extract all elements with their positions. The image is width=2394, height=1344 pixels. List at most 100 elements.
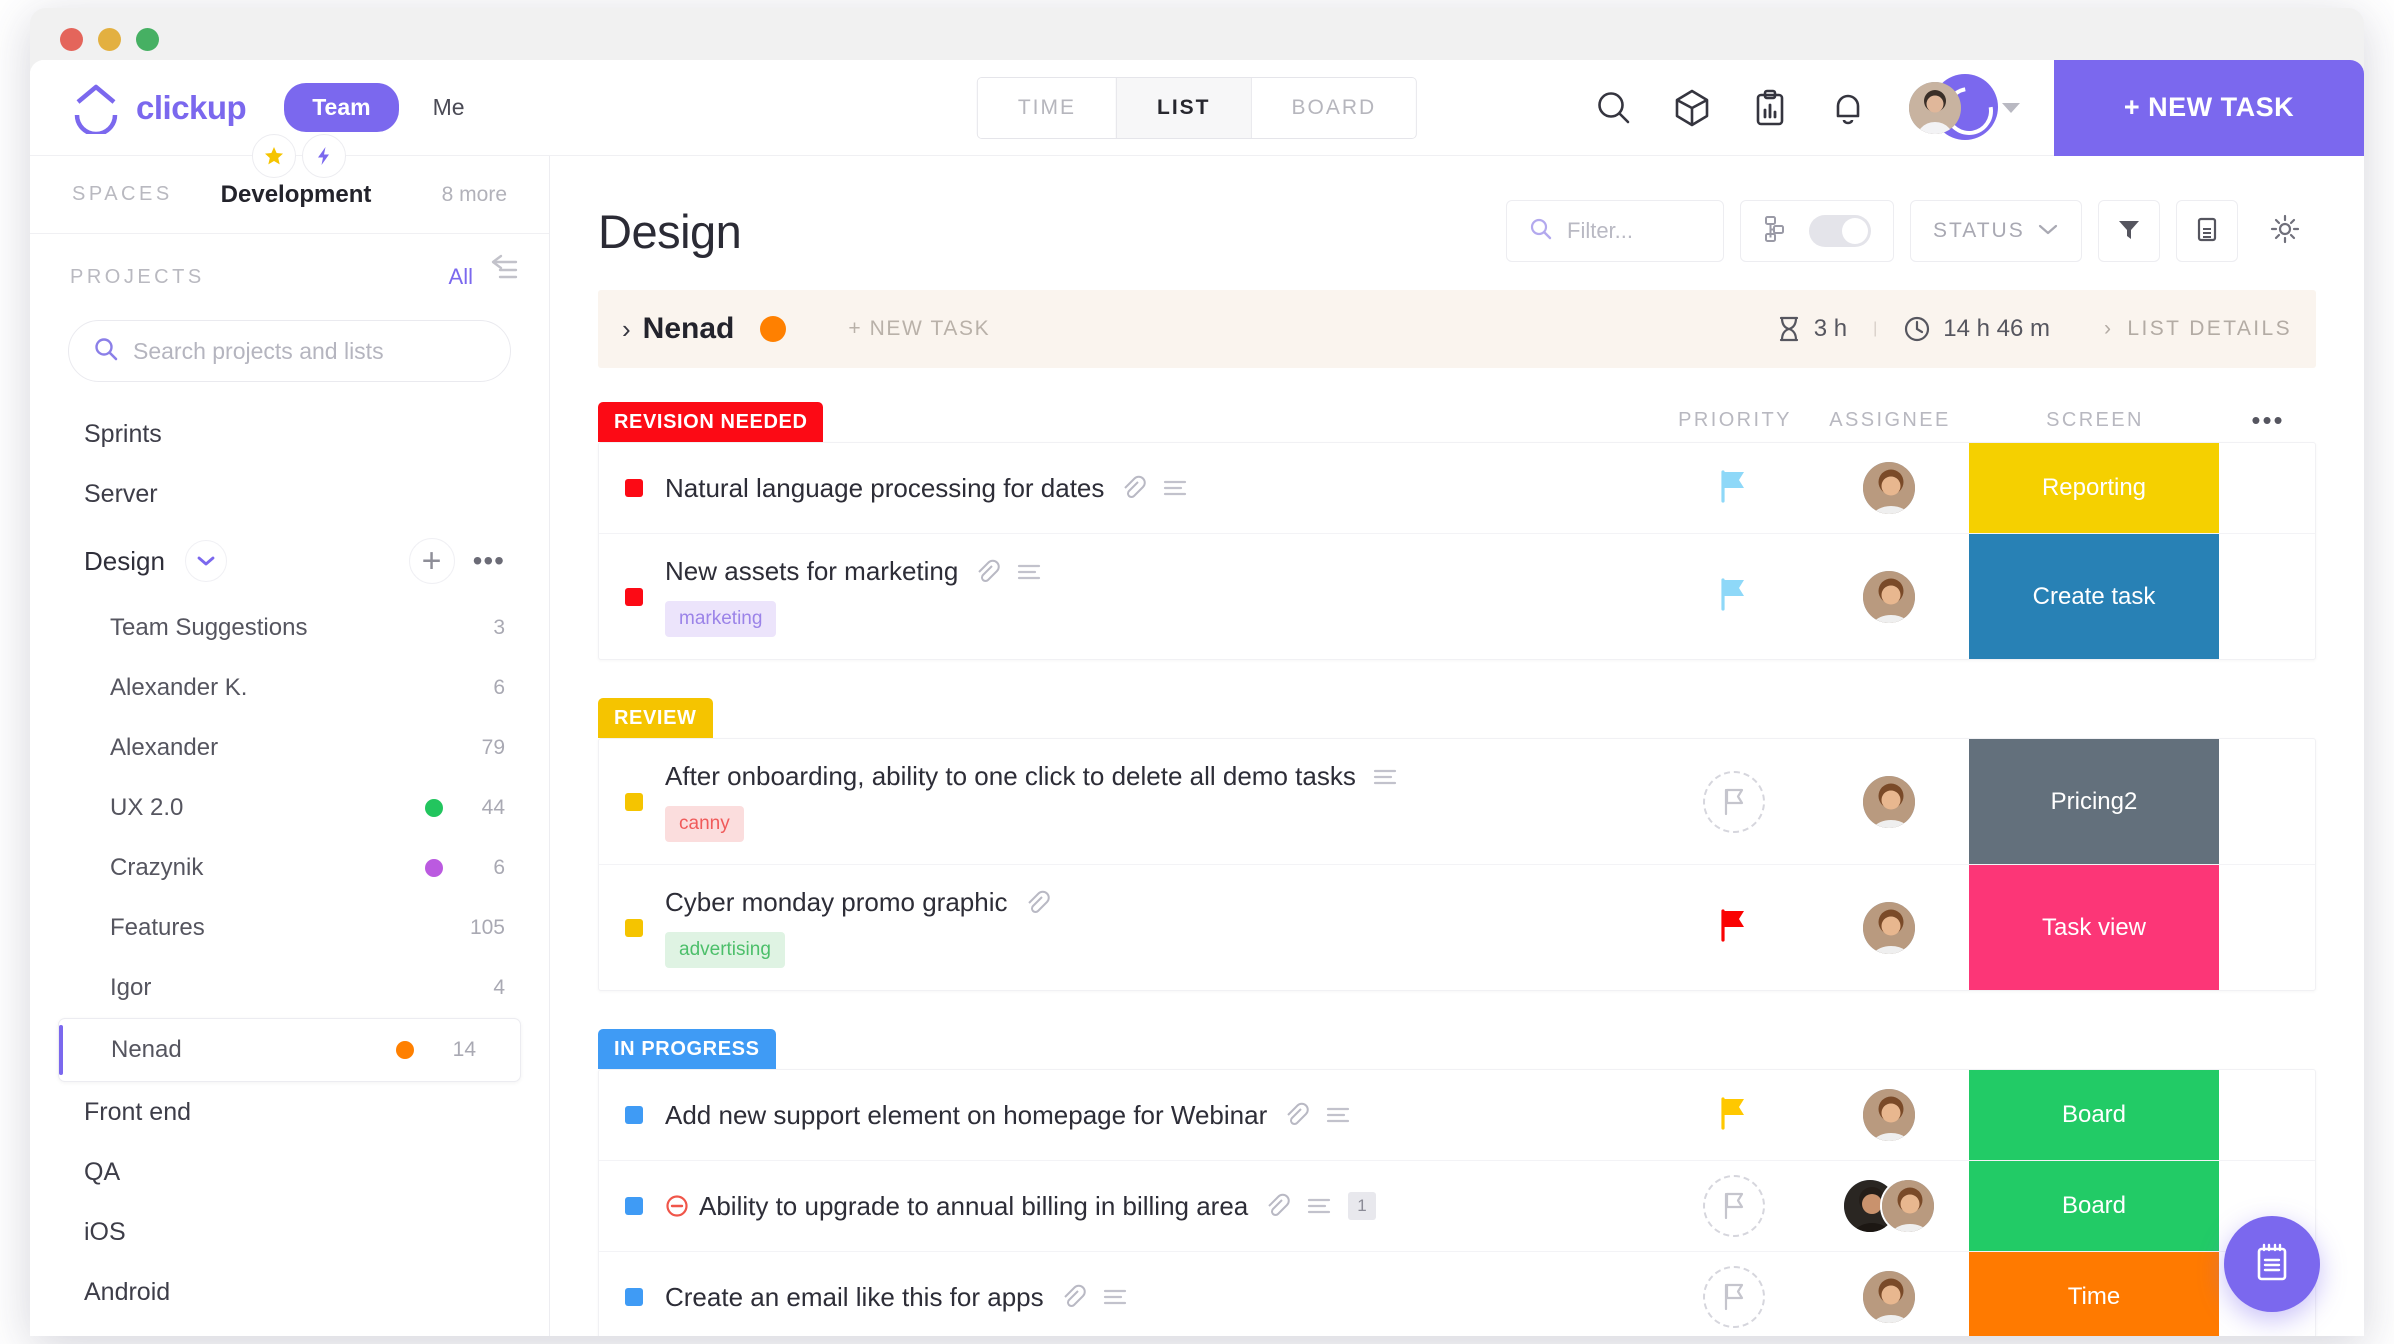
sidebar-item-server[interactable]: Server <box>30 464 549 524</box>
sidebar-item-features[interactable]: Features 105 <box>30 898 549 958</box>
notepad-fab-button[interactable] <box>2224 1216 2320 1312</box>
tab-me[interactable]: Me <box>433 94 465 121</box>
task-row[interactable]: Cyber monday promo graphic advertising Tas… <box>599 865 2315 990</box>
search-input[interactable] <box>133 337 486 365</box>
column-options-button[interactable]: ••• <box>2220 405 2316 436</box>
task-title[interactable]: Ability to upgrade to annual billing in … <box>699 1191 1248 1222</box>
sidebar-item-ios[interactable]: iOS <box>30 1202 549 1262</box>
chevron-right-icon[interactable]: › <box>622 314 631 345</box>
task-title[interactable]: New assets for marketing <box>665 556 958 587</box>
task-status-marker[interactable] <box>625 1197 643 1215</box>
sidebar-item-igor[interactable]: Igor 4 <box>30 958 549 1018</box>
task-status-marker[interactable] <box>625 918 643 937</box>
status-badge[interactable]: IN PROGRESS <box>598 1029 776 1069</box>
task-priority-cell[interactable] <box>1659 865 1809 990</box>
bolt-icon[interactable] <box>302 134 346 178</box>
window-maximize-button[interactable] <box>136 27 159 51</box>
subtask-count-badge[interactable]: 1 <box>1348 1192 1376 1220</box>
list-details-button[interactable]: › LIST DETAILS <box>2104 317 2292 341</box>
description-icon[interactable] <box>1102 1287 1128 1307</box>
sidebar-item-ux-2-0[interactable]: UX 2.0 44 <box>30 778 549 838</box>
sidebar-item-front-end[interactable]: Front end <box>30 1082 549 1142</box>
task-title[interactable]: Create an email like this for apps <box>665 1282 1044 1313</box>
funnel-filter-button[interactable] <box>2098 200 2160 262</box>
collapse-sidebar-icon[interactable] <box>485 252 523 287</box>
task-priority-cell[interactable] <box>1659 534 1809 659</box>
task-row[interactable]: Create an email like this for apps Time <box>599 1252 2315 1336</box>
status-badge[interactable]: REVIEW <box>598 698 713 738</box>
search-icon[interactable] <box>1594 88 1634 128</box>
sidebar-item-team-suggestions[interactable]: Team Suggestions 3 <box>30 598 549 658</box>
task-title[interactable]: Natural language processing for dates <box>665 473 1104 504</box>
task-assignee-cell[interactable] <box>1809 534 1969 659</box>
save-view-button[interactable] <box>2176 200 2238 262</box>
task-priority-cell[interactable] <box>1659 1252 1809 1336</box>
project-more-button[interactable]: ••• <box>473 545 505 577</box>
task-row[interactable]: After onboarding, ability to one click t… <box>599 739 2315 865</box>
sidebar-item-sprints[interactable]: Sprints <box>30 404 549 464</box>
user-avatar-menu[interactable] <box>1906 73 1998 141</box>
description-icon[interactable] <box>1325 1105 1351 1125</box>
chevron-down-icon[interactable] <box>2002 102 2020 113</box>
attachment-icon[interactable] <box>1264 1193 1290 1219</box>
task-row[interactable]: Natural language processing for dates Rep… <box>599 443 2315 534</box>
task-screen-cell[interactable]: Time <box>1969 1252 2219 1336</box>
task-status-marker[interactable] <box>625 1106 643 1124</box>
task-status-marker[interactable] <box>625 792 643 811</box>
tab-time[interactable]: TIME <box>977 77 1116 138</box>
status-badge[interactable]: REVISION NEEDED <box>598 402 824 442</box>
current-space[interactable]: Development <box>221 181 372 209</box>
task-screen-cell[interactable]: Create task <box>1969 534 2219 659</box>
task-title[interactable]: Add new support element on homepage for … <box>665 1100 1267 1131</box>
subtasks-toggle[interactable] <box>1809 215 1871 247</box>
description-icon[interactable] <box>1162 478 1188 498</box>
tab-list[interactable]: LIST <box>1115 77 1251 138</box>
task-assignee-cell[interactable] <box>1809 865 1969 990</box>
task-row[interactable]: Ability to upgrade to annual billing in … <box>599 1161 2315 1252</box>
description-icon[interactable] <box>1306 1196 1332 1216</box>
task-priority-cell[interactable] <box>1659 443 1809 533</box>
description-icon[interactable] <box>1016 562 1042 582</box>
task-title[interactable]: After onboarding, ability to one click t… <box>665 761 1356 792</box>
task-screen-cell[interactable]: Board <box>1969 1070 2219 1160</box>
task-tag[interactable]: marketing <box>665 601 777 637</box>
task-assignee-cell[interactable] <box>1809 443 1969 533</box>
attachment-icon[interactable] <box>1024 890 1050 916</box>
chevron-down-icon[interactable] <box>184 540 227 582</box>
attachment-icon[interactable] <box>1120 475 1147 501</box>
window-minimize-button[interactable] <box>98 27 121 51</box>
task-row[interactable]: New assets for marketing marketing Create … <box>599 534 2315 659</box>
task-status-marker[interactable] <box>625 1288 643 1306</box>
sidebar-item-design[interactable]: Design + ••• <box>30 524 549 598</box>
banner-new-task-button[interactable]: + NEW TASK <box>848 317 990 341</box>
bell-icon[interactable] <box>1828 88 1868 128</box>
task-screen-cell[interactable]: Pricing2 <box>1969 739 2219 864</box>
filter-input-box[interactable] <box>1506 200 1724 262</box>
task-tag[interactable]: advertising <box>665 932 785 968</box>
status-select[interactable]: STATUS <box>1910 200 2082 262</box>
sidebar-item-qa[interactable]: QA <box>30 1142 549 1202</box>
task-screen-cell[interactable]: Board <box>1969 1161 2219 1251</box>
new-task-button[interactable]: + NEW TASK <box>2054 60 2364 156</box>
window-close-button[interactable] <box>60 27 83 51</box>
task-title[interactable]: Cyber monday promo graphic <box>665 887 1008 918</box>
task-priority-cell[interactable] <box>1659 1070 1809 1160</box>
brand-logo[interactable]: clickup <box>70 82 247 136</box>
task-status-marker[interactable] <box>625 479 643 497</box>
sidebar-item-notes[interactable]: Notes <box>30 1322 549 1336</box>
task-tag[interactable]: canny <box>665 806 744 842</box>
box-icon[interactable] <box>1672 88 1712 128</box>
project-search[interactable] <box>68 320 511 382</box>
tab-board[interactable]: BOARD <box>1250 77 1417 138</box>
spaces-more-link[interactable]: 8 more <box>442 183 507 207</box>
filter-input[interactable] <box>1567 218 1701 244</box>
sidebar-item-alexander[interactable]: Alexander 79 <box>30 718 549 778</box>
task-screen-cell[interactable]: Task view <box>1969 865 2219 990</box>
task-assignee-cell[interactable] <box>1809 1161 1969 1251</box>
star-icon[interactable] <box>252 134 296 178</box>
sidebar-item-alexander-k[interactable]: Alexander K. 6 <box>30 658 549 718</box>
task-assignee-cell[interactable] <box>1809 739 1969 864</box>
clipboard-chart-icon[interactable] <box>1750 88 1790 128</box>
task-assignee-cell[interactable] <box>1809 1252 1969 1336</box>
task-priority-cell[interactable] <box>1659 739 1809 864</box>
